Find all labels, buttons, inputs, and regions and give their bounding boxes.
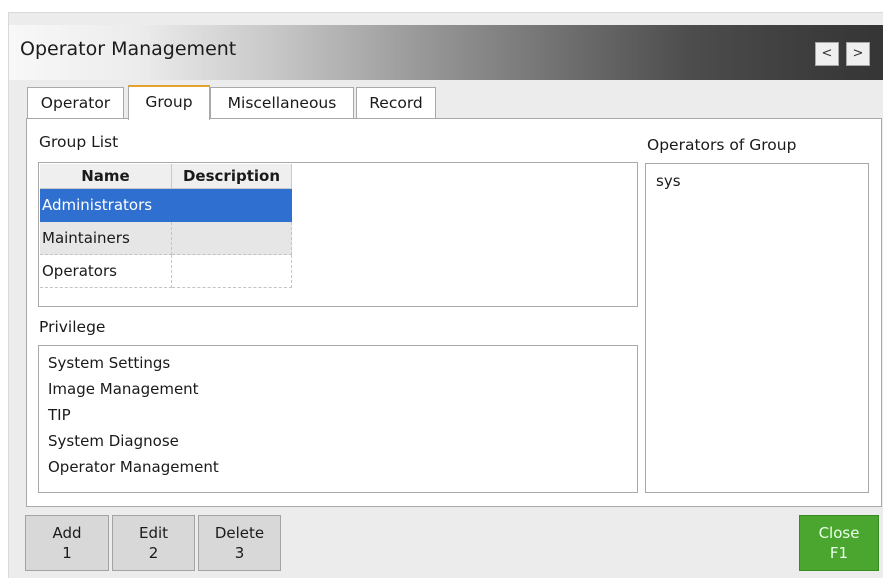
close-button[interactable]: Close F1 <box>799 515 879 571</box>
delete-button[interactable]: Delete 3 <box>198 515 281 571</box>
add-button[interactable]: Add 1 <box>25 515 109 571</box>
group-description-cell <box>172 222 292 255</box>
prev-page-button[interactable]: < <box>815 42 839 66</box>
group-list-table[interactable]: Name Description Administrators Maintain… <box>38 162 638 307</box>
next-page-button[interactable]: > <box>846 42 870 66</box>
column-header-description[interactable]: Description <box>172 164 292 189</box>
delete-button-label: Delete <box>214 524 265 542</box>
group-row-operators[interactable]: Operators <box>40 255 292 288</box>
privilege-item: System Settings <box>48 354 171 372</box>
privilege-list[interactable]: System Settings Image Management TIP Sys… <box>38 345 638 493</box>
add-button-label: Add <box>52 524 82 542</box>
group-row-maintainers[interactable]: Maintainers <box>40 222 292 255</box>
window-title: Operator Management <box>20 38 237 60</box>
group-list-label: Group List <box>39 133 119 151</box>
group-name-cell: Operators <box>40 255 172 288</box>
group-name-cell: Maintainers <box>40 222 172 255</box>
privilege-item: Image Management <box>48 380 199 398</box>
privilege-item: System Diagnose <box>48 432 179 450</box>
operator-item[interactable]: sys <box>656 172 681 190</box>
privilege-item: Operator Management <box>48 458 219 476</box>
group-description-cell <box>172 189 292 222</box>
tab-record[interactable]: Record <box>356 87 436 119</box>
privilege-item: TIP <box>48 406 71 424</box>
close-button-key: F1 <box>829 544 849 562</box>
close-button-label: Close <box>818 524 860 542</box>
privilege-label: Privilege <box>39 318 106 336</box>
edit-button-label: Edit <box>138 524 169 542</box>
tab-miscellaneous[interactable]: Miscellaneous <box>210 87 354 119</box>
group-name-cell: Administrators <box>40 189 172 222</box>
group-row-administrators[interactable]: Administrators <box>40 189 292 222</box>
add-button-key: 1 <box>62 544 72 562</box>
tab-group[interactable]: Group <box>128 85 210 120</box>
edit-button[interactable]: Edit 2 <box>112 515 195 571</box>
operators-of-group-list[interactable]: sys <box>645 163 869 493</box>
operators-of-group-label: Operators of Group <box>647 136 797 154</box>
column-header-name[interactable]: Name <box>40 164 172 189</box>
group-description-cell <box>172 255 292 288</box>
tab-operator[interactable]: Operator <box>27 87 124 119</box>
delete-button-key: 3 <box>234 544 245 562</box>
edit-button-key: 2 <box>148 544 159 562</box>
